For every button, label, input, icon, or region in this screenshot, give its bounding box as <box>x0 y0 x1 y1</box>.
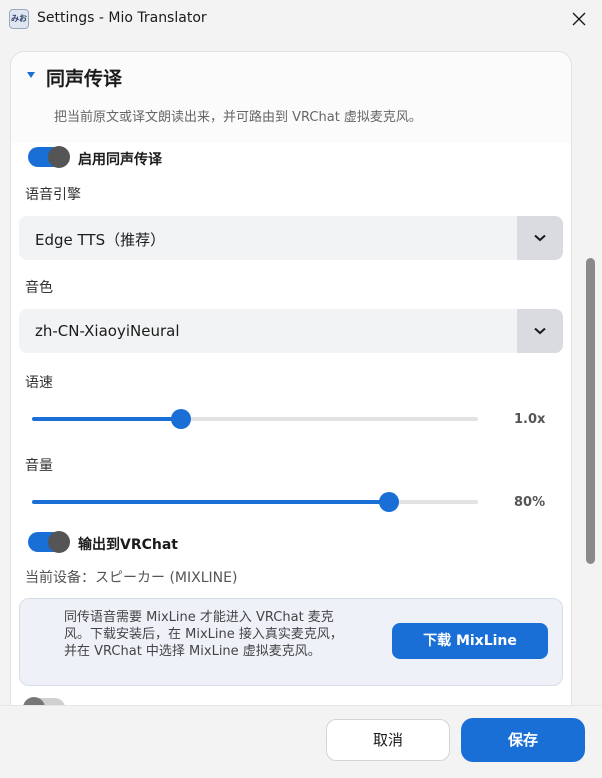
enable-tts-toggle[interactable] <box>28 146 70 168</box>
engine-select[interactable]: Edge TTS（推荐） <box>19 216 563 260</box>
scrollbar-thumb[interactable] <box>586 258 595 564</box>
download-mixline-button[interactable]: 下载 MixLine <box>392 623 548 659</box>
vrchat-output-toggle[interactable] <box>28 531 70 553</box>
toggle-knob <box>48 531 70 553</box>
title-bar: みお Settings - Mio Translator <box>0 0 602 38</box>
section-title: 同声传译 <box>46 68 123 90</box>
slider-fill <box>32 500 389 504</box>
toggle-knob <box>48 146 70 168</box>
notice-text: 同传语音需要 MixLine 才能进入 VRChat 麦克风。下载安装后，在 M… <box>64 610 343 659</box>
engine-value: Edge TTS（推荐） <box>35 231 166 249</box>
voice-select[interactable]: zh-CN-XiaoyiNeural <box>19 309 563 353</box>
volume-value: 80% <box>514 495 546 510</box>
speed-slider[interactable] <box>32 409 478 429</box>
speed-value: 1.0x <box>514 412 546 427</box>
mixline-notice: 同传语音需要 MixLine 才能进入 VRChat 麦克风。下载安装后，在 M… <box>19 598 563 686</box>
engine-label: 语音引擎 <box>25 187 81 203</box>
dialog-footer: 取消 保存 <box>0 705 602 778</box>
window-title: Settings - Mio Translator <box>37 10 207 26</box>
voice-value: zh-CN-XiaoyiNeural <box>35 322 180 340</box>
chevron-down-icon <box>534 234 546 242</box>
vrchat-output-label: 输出到VRChat <box>78 537 178 553</box>
volume-label: 音量 <box>25 458 53 474</box>
close-icon <box>572 12 586 26</box>
chevron-down-icon[interactable] <box>27 72 35 78</box>
cancel-button[interactable]: 取消 <box>326 719 450 761</box>
section-description: 把当前原文或译文朗读出来，并可路由到 VRChat 虚拟麦克风。 <box>54 110 422 125</box>
app-logo-icon: みお <box>9 9 29 29</box>
volume-slider[interactable] <box>32 492 478 512</box>
engine-dropdown-arrow[interactable] <box>517 216 563 260</box>
close-button[interactable] <box>556 0 602 38</box>
next-option-toggle[interactable] <box>23 697 65 705</box>
current-device: 当前设备：スピーカー (MIXLINE) <box>25 570 238 586</box>
voice-dropdown-arrow[interactable] <box>517 309 563 353</box>
voice-label: 音色 <box>25 280 53 296</box>
save-button[interactable]: 保存 <box>461 718 585 762</box>
chevron-down-icon <box>534 327 546 335</box>
slider-fill <box>32 417 182 421</box>
speed-label: 语速 <box>25 375 53 391</box>
slider-thumb[interactable] <box>171 409 192 429</box>
enable-tts-label: 启用同声传译 <box>78 152 162 168</box>
settings-content[interactable]: 同声传译 把当前原文或译文朗读出来，并可路由到 VRChat 虚拟麦克风。 启用… <box>0 38 602 705</box>
slider-thumb[interactable] <box>378 492 399 512</box>
